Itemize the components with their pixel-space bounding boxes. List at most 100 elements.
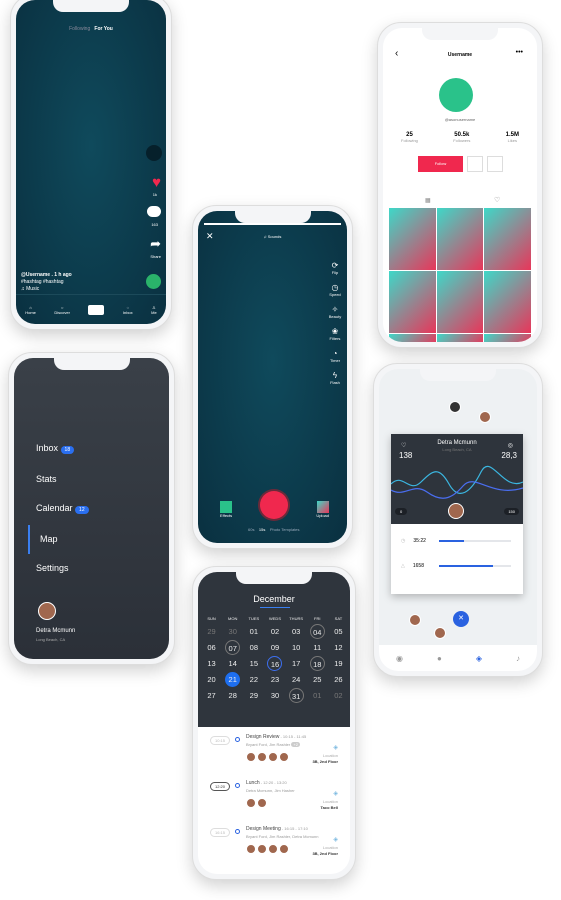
calendar-day[interactable]: 10 bbox=[289, 640, 304, 655]
calendar-day[interactable]: 23 bbox=[267, 672, 282, 687]
nav-me[interactable]: ♙ Me bbox=[151, 305, 157, 315]
event-item[interactable]: 12:20 Lunch - 12:20 - 13:20 Detra Mcmunn… bbox=[198, 780, 350, 826]
calendar-day[interactable]: 15 bbox=[246, 656, 261, 671]
calendar-day[interactable]: 18 bbox=[309, 655, 325, 671]
video-thumb[interactable] bbox=[389, 334, 436, 342]
video-thumb[interactable] bbox=[484, 334, 531, 342]
calendar-day[interactable]: 24 bbox=[289, 672, 304, 687]
nav-inbox[interactable]: ◌ Inbox bbox=[123, 305, 133, 315]
more-icon[interactable]: ••• bbox=[516, 49, 523, 56]
calendar-day[interactable]: 06 bbox=[204, 640, 219, 655]
calendar-day[interactable]: 14 bbox=[225, 656, 240, 671]
calendar-day[interactable]: 22 bbox=[246, 672, 261, 687]
post-music[interactable]: ♫ Music bbox=[21, 286, 72, 293]
comment-icon[interactable] bbox=[147, 206, 161, 217]
calendar-day[interactable]: 17 bbox=[289, 656, 304, 671]
mode-60s[interactable]: 60s bbox=[248, 527, 254, 532]
liked-tab-icon[interactable]: ♡ bbox=[494, 196, 500, 204]
flip-tool[interactable]: ⟳ Flip bbox=[327, 261, 343, 275]
timer-tool[interactable]: ◔ Timer bbox=[327, 349, 343, 363]
calendar-day[interactable]: 09 bbox=[267, 640, 282, 655]
globe-icon[interactable]: ◉ bbox=[396, 654, 403, 663]
menu-item-calendar[interactable]: Calendar 12 bbox=[36, 494, 89, 525]
calendar-day[interactable]: 28 bbox=[225, 688, 240, 703]
drop-icon[interactable]: ● bbox=[437, 654, 442, 663]
follow-button[interactable]: Follow bbox=[418, 156, 463, 172]
tab-for-you[interactable]: For You bbox=[94, 26, 112, 32]
calendar-day[interactable]: 02 bbox=[331, 688, 346, 703]
share-icon[interactable]: ➦ bbox=[150, 236, 161, 252]
calendar-day[interactable]: 31 bbox=[288, 687, 304, 703]
map-pin[interactable] bbox=[409, 614, 421, 626]
event-item[interactable]: 10:15 Design Review - 10:15 - 11:45 Brya… bbox=[198, 734, 350, 780]
map-pin[interactable] bbox=[479, 411, 491, 423]
bell-icon[interactable]: ♪ bbox=[516, 654, 520, 663]
calendar-day[interactable]: 30 bbox=[225, 624, 240, 639]
calendar-day[interactable]: 04 bbox=[309, 623, 325, 639]
heart-icon[interactable]: ♥ bbox=[152, 174, 161, 191]
video-thumb[interactable] bbox=[484, 208, 531, 270]
calendar-day[interactable]: 20 bbox=[204, 672, 219, 687]
upload-button[interactable]: Upload bbox=[316, 501, 329, 518]
creator-avatar[interactable] bbox=[146, 145, 162, 161]
close-card-button[interactable]: ✕ bbox=[453, 611, 469, 627]
map-pin[interactable] bbox=[449, 401, 461, 413]
nav-home[interactable]: ⌂ Home bbox=[25, 305, 36, 315]
tab-following[interactable]: Following bbox=[69, 26, 90, 32]
video-button[interactable] bbox=[467, 156, 483, 172]
video-thumb[interactable] bbox=[436, 334, 484, 342]
grid-tab-icon[interactable]: ▦ bbox=[425, 197, 431, 204]
calendar-day[interactable]: 25 bbox=[310, 672, 325, 687]
flash-tool[interactable]: ϟ Flash bbox=[327, 371, 343, 385]
beauty-tool[interactable]: ✧ Beauty bbox=[327, 305, 343, 319]
video-thumb[interactable] bbox=[436, 208, 484, 270]
calendar-day[interactable]: 30 bbox=[267, 688, 282, 703]
calendar-day[interactable]: 21 bbox=[225, 671, 241, 687]
speed-tool[interactable]: ◷ Speed bbox=[327, 283, 343, 297]
dropdown-button[interactable] bbox=[487, 156, 503, 172]
calendar-day[interactable]: 05 bbox=[331, 624, 346, 639]
user-card[interactable]: Detra Mcmunn Long Beach, CA ♡ 138 ◎ 28,3… bbox=[391, 434, 523, 594]
calendar-day[interactable]: 27 bbox=[204, 688, 219, 703]
calendar-day[interactable]: 02 bbox=[267, 624, 282, 639]
stat-likes[interactable]: 1.5M Likes bbox=[506, 132, 519, 143]
filters-tool[interactable]: ❀ Filters bbox=[327, 327, 343, 341]
video-thumb[interactable] bbox=[389, 208, 436, 270]
user-avatar[interactable] bbox=[38, 602, 56, 620]
video-thumb[interactable] bbox=[484, 271, 531, 333]
nav-discover[interactable]: ○ Discover bbox=[54, 305, 70, 315]
menu-item-settings[interactable]: Settings bbox=[36, 554, 89, 583]
post-hashtags[interactable]: #hashtag #hashtag bbox=[21, 279, 72, 286]
range-handle[interactable] bbox=[448, 503, 464, 519]
record-button[interactable] bbox=[260, 491, 288, 519]
calendar-day[interactable]: 29 bbox=[204, 624, 219, 639]
video-thumb[interactable] bbox=[436, 271, 484, 333]
create-button[interactable] bbox=[88, 304, 105, 315]
stat-followers[interactable]: 50.5k Followers bbox=[453, 132, 470, 143]
menu-item-inbox[interactable]: Inbox 18 bbox=[36, 434, 89, 465]
calendar-day[interactable]: 08 bbox=[246, 640, 261, 655]
event-item[interactable]: 16:15 Design Meeting - 16:15 - 17:10 Bry… bbox=[198, 826, 350, 872]
music-disc-icon[interactable] bbox=[146, 274, 161, 289]
calendar-day[interactable]: 12 bbox=[331, 640, 346, 655]
calendar-day[interactable]: 01 bbox=[246, 624, 261, 639]
mode-photo-templates[interactable]: Photo Templates bbox=[270, 527, 300, 532]
menu-item-map[interactable]: Map bbox=[28, 525, 89, 554]
stat-following[interactable]: 25 Following bbox=[401, 132, 418, 143]
calendar-day[interactable]: 13 bbox=[204, 656, 219, 671]
calendar-day[interactable]: 01 bbox=[310, 688, 325, 703]
location-pin-icon[interactable]: ◈ bbox=[476, 654, 482, 663]
map-pin[interactable] bbox=[434, 627, 446, 639]
calendar-day[interactable]: 19 bbox=[331, 656, 346, 671]
calendar-day[interactable]: 26 bbox=[331, 672, 346, 687]
post-username[interactable]: @Username . 1 h ago bbox=[21, 272, 72, 279]
calendar-day[interactable]: 07 bbox=[225, 639, 241, 655]
menu-item-stats[interactable]: Stats bbox=[36, 465, 89, 494]
effects-button[interactable]: Effects bbox=[220, 501, 232, 518]
calendar-day[interactable]: 11 bbox=[310, 640, 325, 655]
calendar-day[interactable]: 29 bbox=[246, 688, 261, 703]
calendar-day[interactable]: 16 bbox=[267, 655, 283, 671]
calendar-day[interactable]: 03 bbox=[289, 624, 304, 639]
sounds-button[interactable]: ♫ Sounds bbox=[198, 234, 347, 239]
mode-15s[interactable]: 15s bbox=[259, 527, 265, 532]
